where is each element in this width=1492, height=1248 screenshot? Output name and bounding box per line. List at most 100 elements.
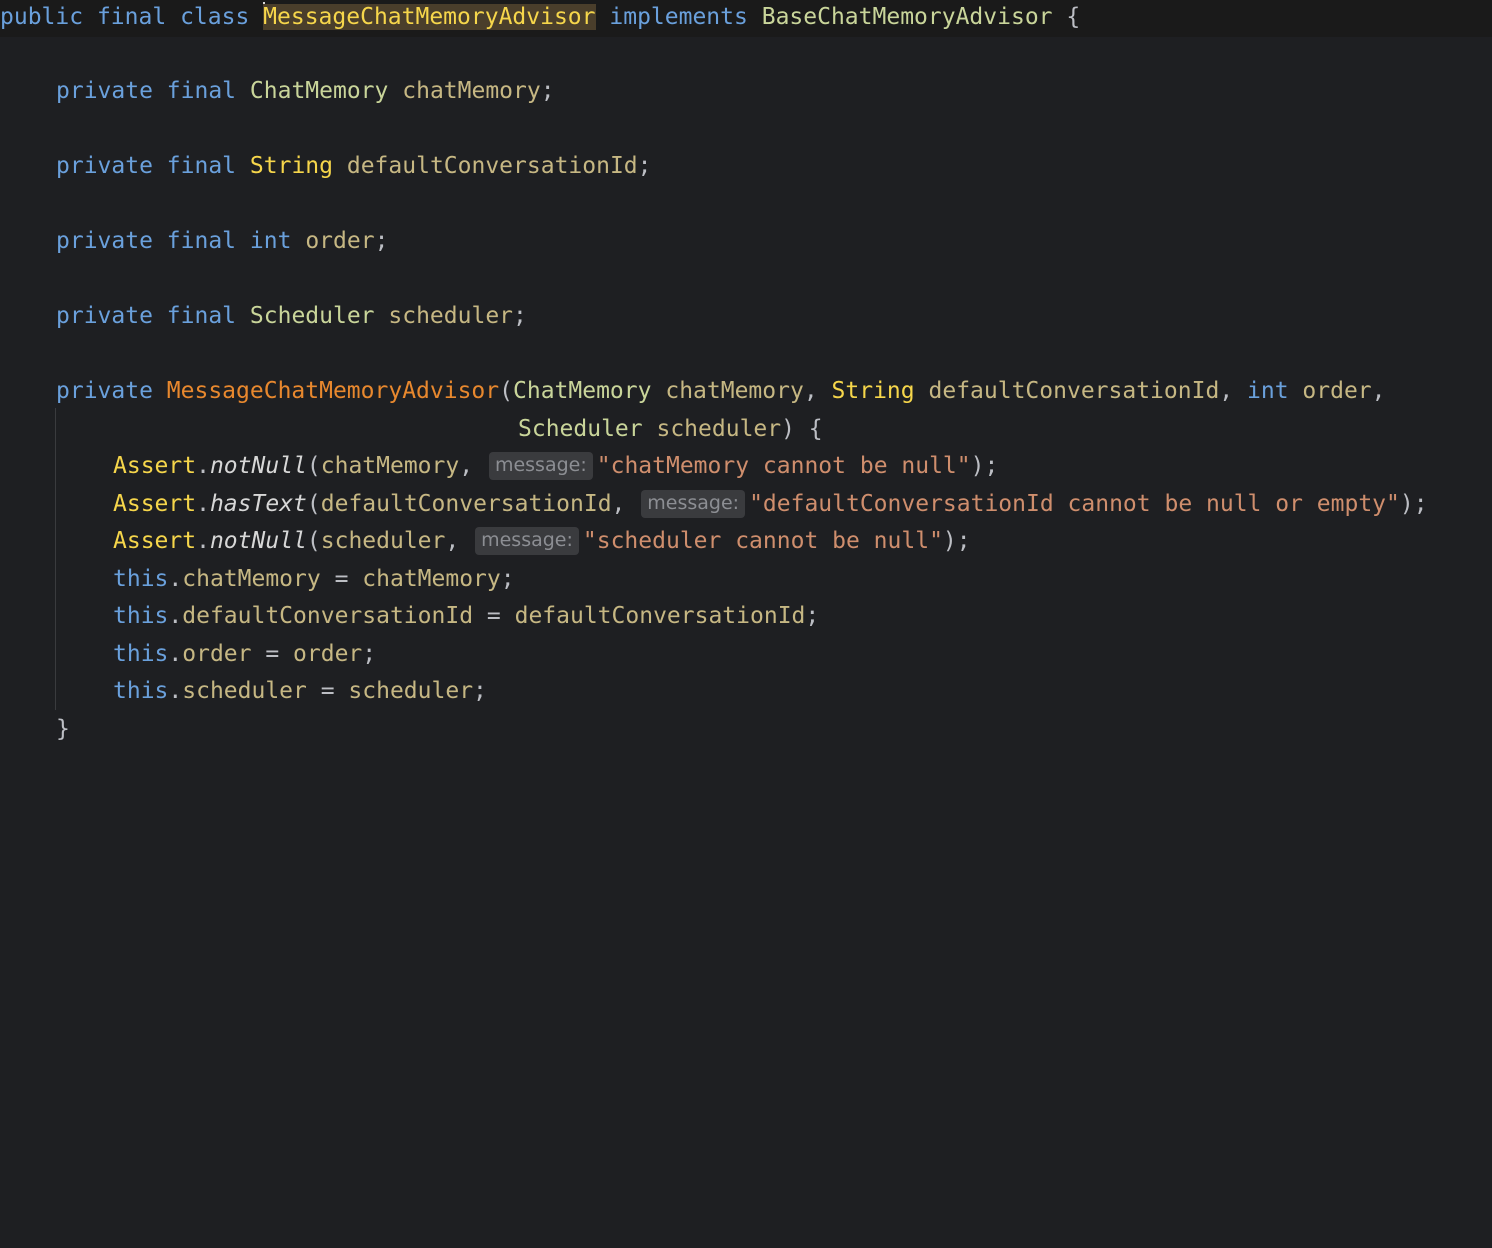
close-paren: ); xyxy=(1399,491,1428,517)
param-type[interactable]: ChatMemory xyxy=(513,378,651,404)
keyword-final: final xyxy=(166,228,237,254)
close-paren: ); xyxy=(970,453,999,479)
comma: , xyxy=(459,453,474,479)
string-literal[interactable]: "defaultConversationId cannot be null or… xyxy=(749,491,1400,517)
string-literal[interactable]: "chatMemory cannot be null" xyxy=(597,453,971,479)
keyword-this: this xyxy=(113,603,169,629)
assert-class[interactable]: Assert xyxy=(113,453,196,479)
comma: , xyxy=(803,378,818,404)
code-line-field-chatmemory[interactable]: private final ChatMemory chatMemory; xyxy=(0,74,1492,111)
field-ref[interactable]: scheduler xyxy=(182,678,307,704)
keyword-private: private xyxy=(56,78,153,104)
assign-operator: = xyxy=(306,678,349,704)
keyword-private: private xyxy=(56,228,153,254)
open-paren: ( xyxy=(306,528,321,554)
assert-argument[interactable]: scheduler xyxy=(321,528,446,554)
assign-value[interactable]: scheduler xyxy=(348,678,473,704)
keyword-public: public xyxy=(0,4,84,30)
semicolon: ; xyxy=(362,641,377,667)
semicolon: ; xyxy=(513,303,527,329)
code-line-assert-chatmemory[interactable]: Assert.notNull(chatMemory, message: "chat… xyxy=(0,449,1492,486)
keyword-this: this xyxy=(113,641,169,667)
code-line-assert-defaultconversationid[interactable]: Assert.hasText(defaultConversationId, me… xyxy=(0,487,1492,524)
assign-value[interactable]: order xyxy=(293,641,362,667)
keyword-final: final xyxy=(166,303,237,329)
indent-guide xyxy=(55,408,56,710)
close-brace: } xyxy=(56,716,70,742)
interface-name[interactable]: BaseChatMemoryAdvisor xyxy=(762,4,1053,30)
field-type[interactable]: Scheduler xyxy=(250,303,375,329)
comma: , xyxy=(1219,378,1234,404)
dot: . xyxy=(196,453,210,479)
constructor-name[interactable]: MessageChatMemoryAdvisor xyxy=(167,378,499,404)
parameter-hint: message: xyxy=(475,527,579,555)
field-ref[interactable]: chatMemory xyxy=(182,566,320,592)
param-type[interactable]: int xyxy=(1247,378,1289,404)
open-paren: ( xyxy=(306,491,321,517)
assert-method[interactable]: hasText xyxy=(210,491,307,517)
assign-operator: = xyxy=(251,641,294,667)
close-paren: ); xyxy=(942,528,971,554)
field-name[interactable]: scheduler xyxy=(388,303,513,329)
assign-value[interactable]: chatMemory xyxy=(362,566,500,592)
field-ref[interactable]: order xyxy=(182,641,251,667)
dot: . xyxy=(168,603,183,629)
open-paren: ( xyxy=(306,453,321,479)
assign-value[interactable]: defaultConversationId xyxy=(515,603,806,629)
field-name[interactable]: order xyxy=(305,228,374,254)
semicolon: ; xyxy=(805,603,820,629)
code-line-close-brace[interactable]: } xyxy=(0,712,1492,749)
assert-argument[interactable]: defaultConversationId xyxy=(321,491,612,517)
param-type[interactable]: String xyxy=(832,378,915,404)
code-line-field-defaultconversationid[interactable]: private final String defaultConversation… xyxy=(0,149,1492,186)
string-literal[interactable]: "scheduler cannot be null" xyxy=(583,528,943,554)
code-editor[interactable]: public final class MessageChatMemoryAdvi… xyxy=(0,0,1492,760)
field-type[interactable]: ChatMemory xyxy=(250,78,388,104)
assert-argument[interactable]: chatMemory xyxy=(321,453,459,479)
param-type[interactable]: Scheduler xyxy=(518,416,643,442)
code-line-assert-scheduler[interactable]: Assert.notNull(scheduler, message: "sched… xyxy=(0,524,1492,561)
assert-class[interactable]: Assert xyxy=(113,491,196,517)
keyword-private: private xyxy=(56,303,153,329)
assert-method[interactable]: notNull xyxy=(210,528,307,554)
code-line-constructor-signature[interactable]: private MessageChatMemoryAdvisor(ChatMem… xyxy=(0,374,1492,411)
keyword-private: private xyxy=(56,378,153,404)
code-line-constructor-signature-cont[interactable]: Scheduler scheduler) { xyxy=(0,412,1492,449)
field-name[interactable]: defaultConversationId xyxy=(347,153,638,179)
param-name[interactable]: scheduler xyxy=(656,416,781,442)
code-line-assign-order[interactable]: this.order = order; xyxy=(0,637,1492,674)
dot: . xyxy=(196,528,210,554)
keyword-private: private xyxy=(56,153,153,179)
class-name[interactable]: MessageChatMemoryAdvisor xyxy=(263,4,596,30)
assert-method[interactable]: notNull xyxy=(210,453,307,479)
semicolon: ; xyxy=(473,678,487,704)
param-name[interactable]: defaultConversationId xyxy=(929,378,1220,404)
close-paren-brace: ) { xyxy=(781,416,823,442)
param-name[interactable]: chatMemory xyxy=(665,378,803,404)
keyword-implements: implements xyxy=(609,4,748,30)
assign-operator: = xyxy=(320,566,363,592)
field-ref[interactable]: defaultConversationId xyxy=(182,603,473,629)
code-line-field-scheduler[interactable]: private final Scheduler scheduler; xyxy=(0,299,1492,336)
field-type[interactable]: String xyxy=(250,153,333,179)
dot: . xyxy=(168,678,183,704)
open-paren: ( xyxy=(499,378,513,404)
keyword-final: final xyxy=(96,4,167,30)
keyword-this: this xyxy=(113,566,169,592)
comma: , xyxy=(611,491,626,517)
keyword-this: this xyxy=(113,678,169,704)
code-line-assign-scheduler[interactable]: this.scheduler = scheduler; xyxy=(0,674,1492,711)
dot: . xyxy=(196,491,210,517)
assert-class[interactable]: Assert xyxy=(113,528,196,554)
code-line-assign-defaultconversationid[interactable]: this.defaultConversationId = defaultConv… xyxy=(0,599,1492,636)
dot: . xyxy=(168,566,183,592)
semicolon: ; xyxy=(374,228,389,254)
semicolon: ; xyxy=(637,153,652,179)
field-type[interactable]: int xyxy=(250,228,292,254)
assign-operator: = xyxy=(473,603,515,629)
field-name[interactable]: chatMemory xyxy=(402,78,540,104)
param-name[interactable]: order xyxy=(1302,378,1371,404)
code-line-assign-chatmemory[interactable]: this.chatMemory = chatMemory; xyxy=(0,562,1492,599)
code-line-field-order[interactable]: private final int order; xyxy=(0,224,1492,261)
code-line-class-declaration[interactable]: public final class MessageChatMemoryAdvi… xyxy=(0,0,1492,37)
